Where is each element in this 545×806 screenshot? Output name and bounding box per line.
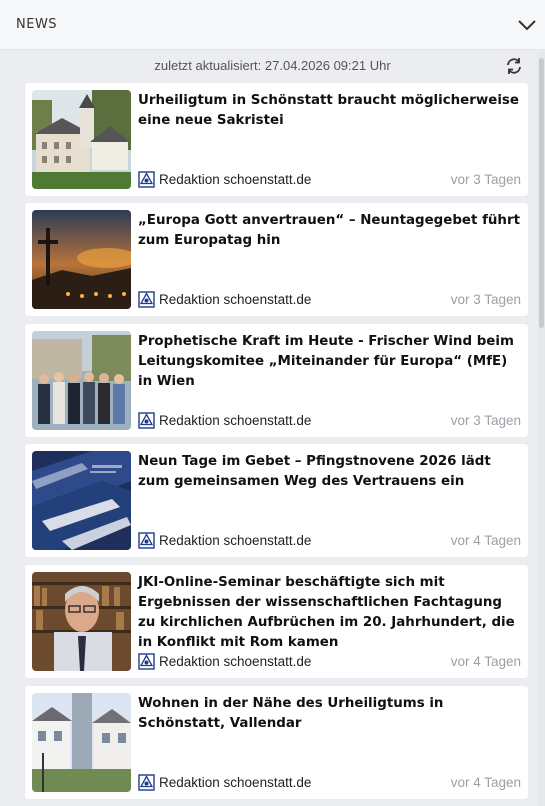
news-author-name: Redaktion schoenstatt.de: [159, 533, 312, 548]
news-author: Redaktion schoenstatt.de: [138, 291, 311, 308]
news-author-name: Redaktion schoenstatt.de: [159, 413, 312, 428]
last-updated-text: zuletzt aktualisiert: 27.04.2026 09:21 U…: [154, 58, 391, 73]
news-age: vor 4 Tagen: [450, 654, 521, 669]
news-title[interactable]: Prophetische Kraft im Heute - Frischer W…: [138, 332, 520, 392]
news-thumbnail: [32, 693, 131, 792]
news-card[interactable]: Prophetische Kraft im Heute - Frischer W…: [25, 324, 528, 437]
news-title[interactable]: Wohnen in der Nähe des Urheiligtums in S…: [138, 694, 520, 734]
news-thumbnail: [32, 210, 131, 309]
news-card[interactable]: Wohnen in der Nähe des Urheiligtums in S…: [25, 686, 528, 799]
news-author-name: Redaktion schoenstatt.de: [159, 775, 312, 790]
news-title[interactable]: Neun Tage im Gebet – Pfingstnovene 2026 …: [138, 452, 520, 492]
news-title[interactable]: Urheiligtum in Schönstatt braucht möglic…: [138, 91, 520, 131]
schoenstatt-logo-icon: [138, 291, 155, 308]
schoenstatt-logo-icon: [138, 532, 155, 549]
schoenstatt-logo-icon: [138, 774, 155, 791]
news-title[interactable]: JKI-Online-Seminar beschäftigte sich mit…: [138, 573, 520, 653]
news-card[interactable]: Neun Tage im Gebet – Pfingstnovene 2026 …: [25, 444, 528, 557]
news-age: vor 3 Tagen: [450, 172, 521, 187]
news-title[interactable]: „Europa Gott anvertrauen“ – Neuntagegebe…: [138, 211, 520, 251]
news-thumbnail: [32, 451, 131, 550]
schoenstatt-logo-icon: [138, 171, 155, 188]
panel-header[interactable]: NEWS: [0, 0, 545, 50]
scrollbar-thumb[interactable]: [539, 58, 544, 328]
news-author: Redaktion schoenstatt.de: [138, 774, 311, 791]
news-card[interactable]: JKI-Online-Seminar beschäftigte sich mit…: [25, 565, 528, 678]
news-author: Redaktion schoenstatt.de: [138, 171, 311, 188]
news-author-name: Redaktion schoenstatt.de: [159, 292, 312, 307]
schoenstatt-logo-icon: [138, 412, 155, 429]
news-panel: NEWS zuletzt aktualisiert: 27.04.2026 09…: [0, 0, 545, 806]
news-author: Redaktion schoenstatt.de: [138, 412, 311, 429]
news-author-name: Redaktion schoenstatt.de: [159, 654, 312, 669]
news-author-name: Redaktion schoenstatt.de: [159, 172, 312, 187]
panel-title: NEWS: [16, 17, 58, 32]
news-card[interactable]: Urheiligtum in Schönstatt braucht möglic…: [25, 83, 528, 196]
news-age: vor 4 Tagen: [450, 533, 521, 548]
chevron-down-icon[interactable]: [517, 17, 537, 33]
news-thumbnail: [32, 90, 131, 189]
news-thumbnail: [32, 331, 131, 430]
news-age: vor 3 Tagen: [450, 413, 521, 428]
news-card[interactable]: „Europa Gott anvertrauen“ – Neuntagegebe…: [25, 203, 528, 316]
refresh-icon[interactable]: [504, 57, 524, 75]
news-author: Redaktion schoenstatt.de: [138, 653, 311, 670]
news-age: vor 3 Tagen: [450, 292, 521, 307]
schoenstatt-logo-icon: [138, 653, 155, 670]
news-age: vor 4 Tagen: [450, 775, 521, 790]
news-thumbnail: [32, 572, 131, 671]
news-author: Redaktion schoenstatt.de: [138, 532, 311, 549]
